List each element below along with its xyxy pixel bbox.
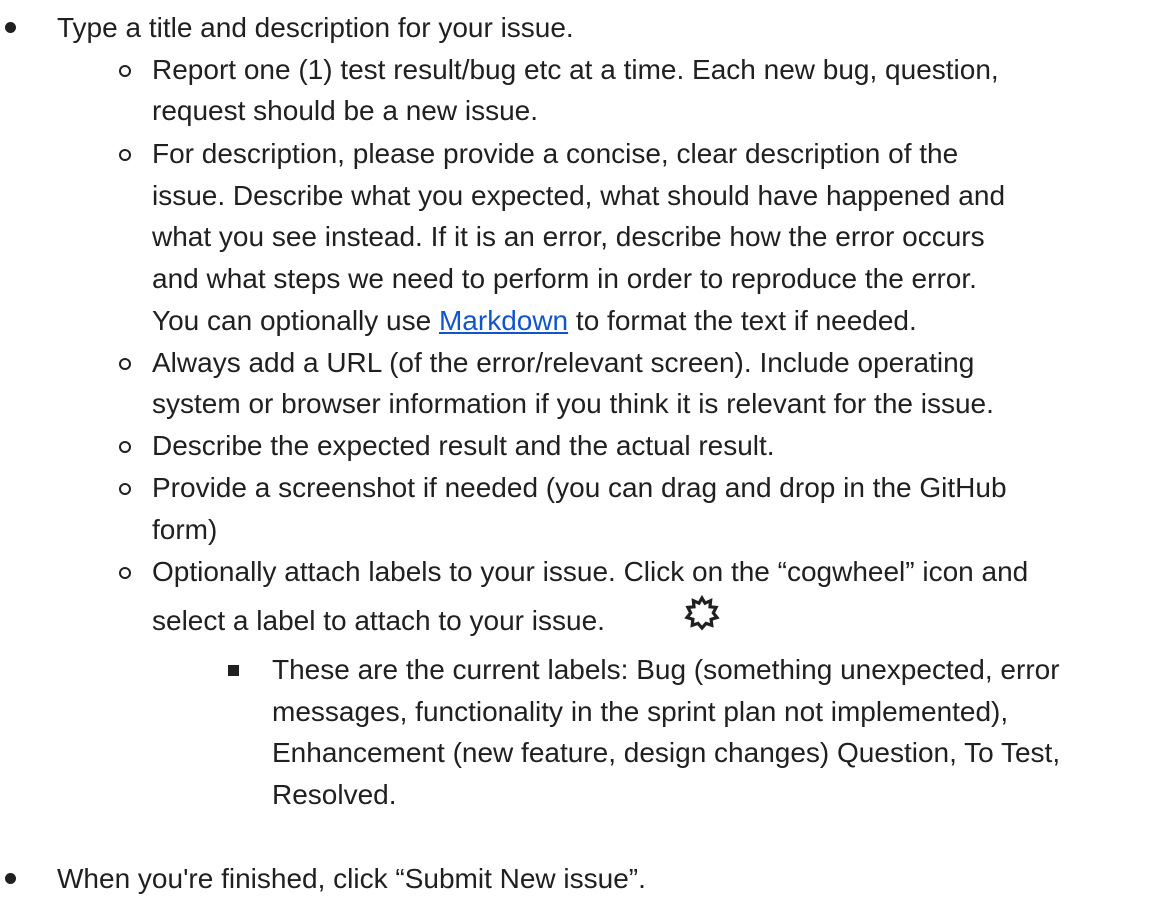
- sub-item-description-line-1: For description, please provide a concis…: [152, 138, 959, 169]
- sub-item-description-line-4: and what steps we need to perform in ord…: [152, 263, 977, 294]
- markdown-suffix-text: to format the text if needed.: [568, 305, 917, 336]
- sub-item-screenshot-line-2: form): [152, 514, 218, 545]
- labels-list-line-4: Resolved.: [272, 779, 397, 810]
- labels-list-line-2: messages, functionality in the sprint pl…: [272, 696, 1009, 727]
- gear-icon: [684, 595, 720, 631]
- list-item-when-finished: When you're finished, click “Submit New …: [57, 863, 646, 894]
- labels-list-line-3: Enhancement (new feature, design changes…: [272, 737, 1061, 768]
- sub-bullet-marker: [119, 358, 131, 370]
- markdown-prefix-text: You can optionally use: [152, 305, 439, 336]
- bullet-marker: [5, 873, 16, 884]
- sub-sub-bullet-marker: [228, 665, 239, 676]
- sub-bullet-marker: [119, 149, 131, 161]
- sub-bullet-marker: [119, 65, 131, 77]
- sub-item-labels-line-1: Optionally attach labels to your issue. …: [152, 556, 1029, 587]
- sub-bullet-marker: [119, 441, 131, 453]
- labels-list-line-1: These are the current labels: Bug (somet…: [272, 654, 1060, 685]
- sub-item-description-line-3: what you see instead. If it is an error,…: [152, 221, 985, 252]
- sub-item-url-line-1: Always add a URL (of the error/relevant …: [152, 347, 975, 378]
- sub-item-url-line-2: system or browser information if you thi…: [152, 388, 994, 419]
- sub-bullet-marker: [119, 483, 131, 495]
- sub-item-expected-result: Describe the expected result and the act…: [152, 430, 775, 461]
- sub-item-screenshot-line-1: Provide a screenshot if needed (you can …: [152, 472, 1007, 503]
- list-item-type-title: Type a title and description for your is…: [57, 12, 574, 43]
- sub-bullet-marker: [119, 567, 131, 579]
- sub-item-report-one-line-2: request should be a new issue.: [152, 95, 539, 126]
- sub-item-description-line-5: You can optionally use Markdown to forma…: [152, 301, 917, 341]
- markdown-link[interactable]: Markdown: [439, 305, 568, 336]
- sub-item-description-line-2: issue. Describe what you expected, what …: [152, 180, 1006, 211]
- sub-item-report-one-line-1: Report one (1) test result/bug etc at a …: [152, 54, 999, 85]
- sub-item-labels-line-2: select a label to attach to your issue.: [152, 605, 605, 636]
- bullet-marker: [5, 22, 16, 33]
